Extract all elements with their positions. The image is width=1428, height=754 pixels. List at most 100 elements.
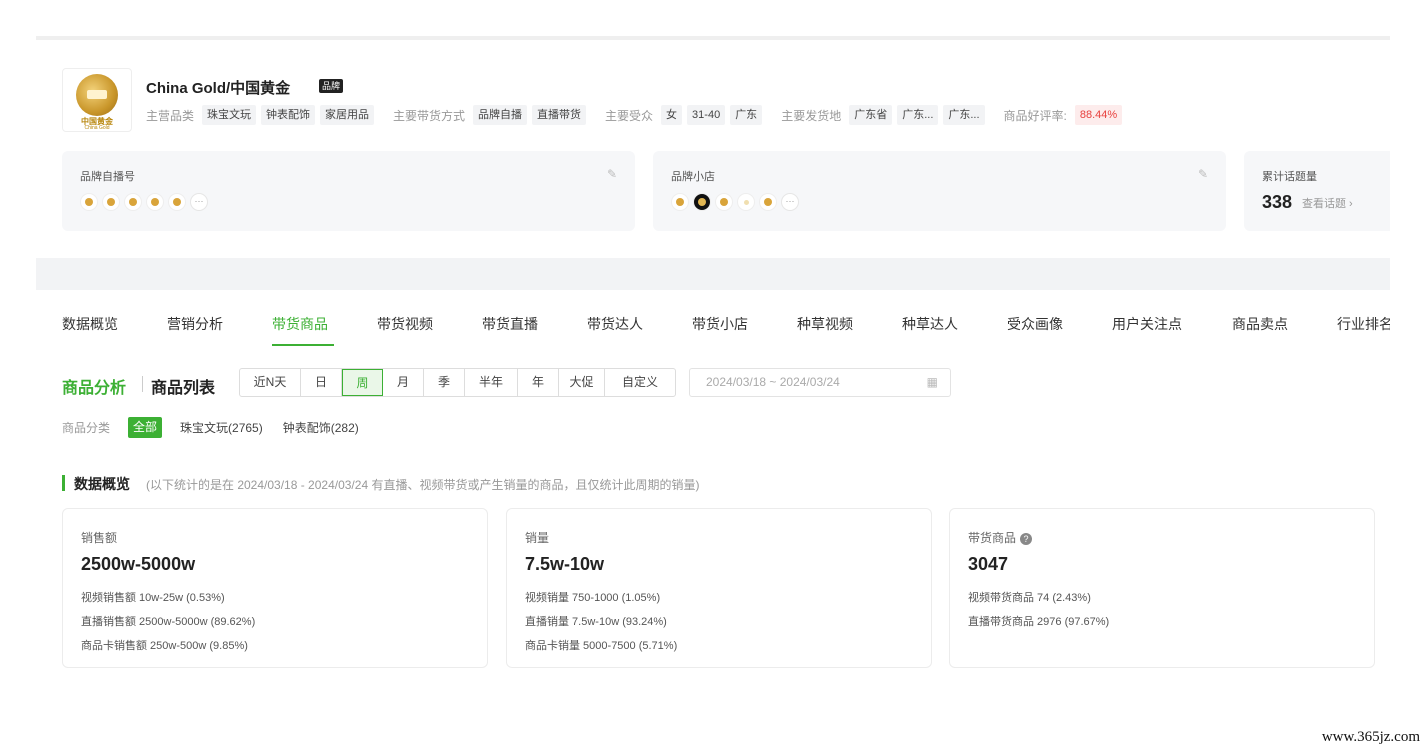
brand-store-card: 品牌小店 ✎ ··· (653, 151, 1226, 231)
tab-influencers[interactable]: 带货达人 (587, 314, 643, 334)
category-tag: 家居用品 (320, 105, 375, 125)
active-tab-indicator (272, 344, 334, 346)
brand-name: China Gold/中国黄金 (146, 80, 291, 97)
tab-seeding-videos[interactable]: 种草视频 (797, 314, 853, 334)
tab-data-overview[interactable]: 数据概览 (62, 314, 118, 334)
category-chip-watches[interactable]: 钟表配饰(282) (283, 419, 359, 436)
tab-marketing-analysis[interactable]: 营销分析 (167, 314, 223, 334)
pencil-icon[interactable]: ✎ (1198, 167, 1208, 181)
stat-value: 3047 (968, 554, 1009, 574)
category-filter-row: 商品分类 全部 珠宝文玩(2765) 钟表配饰(282) (62, 416, 379, 438)
sales-amount-card: 销售额 2500w-5000w 视频销售额 10w-25w (0.53%) 直播… (62, 508, 488, 668)
stat-detail-line: 直播销售额 2500w-5000w (89.62%) (81, 616, 256, 628)
more-accounts-button[interactable]: ··· (190, 193, 208, 211)
overview-note: (以下统计的是在 2024/03/18 - 2024/03/24 有直播、视频带… (146, 478, 700, 492)
brand-store-title: 品牌小店 (671, 171, 715, 183)
stat-label: 销量 (525, 531, 550, 545)
audience-tag: 女 (661, 105, 683, 125)
tab-seeding-influencers[interactable]: 种草达人 (902, 314, 958, 334)
topic-count-value: 338 (1262, 192, 1293, 212)
store-avatar[interactable] (671, 193, 689, 211)
store-avatar[interactable] (693, 193, 711, 211)
period-promotion[interactable]: 大促 (559, 369, 605, 396)
date-range-picker[interactable]: 2024/03/18 ~ 2024/03/24 ▦ (689, 368, 951, 397)
ship-tag[interactable]: 广东... (897, 105, 939, 125)
stat-detail-line: 视频销售额 10w-25w (0.53%) (81, 592, 225, 604)
stat-label: 带货商品? (968, 529, 1033, 546)
store-avatar[interactable] (715, 193, 733, 211)
period-recent-n-days[interactable]: 近N天 (240, 369, 301, 396)
product-count-card: 带货商品? 3047 视频带货商品 74 (2.43%) 直播带货商品 2976… (949, 508, 1375, 668)
stat-value: 2500w-5000w (81, 554, 196, 574)
tab-industry-ranking[interactable]: 行业排名 (1337, 314, 1390, 334)
watermark: www.365jz.com (1321, 729, 1420, 745)
more-stores-button[interactable]: ··· (781, 193, 799, 211)
category-chip-jewelry[interactable]: 珠宝文玩(2765) (180, 419, 263, 436)
period-selector: 近N天 日 周 月 季 半年 年 大促 自定义 (239, 368, 676, 397)
period-year[interactable]: 年 (518, 369, 559, 396)
brand-logo-subtext: China Gold (84, 125, 110, 131)
account-avatar[interactable] (124, 193, 142, 211)
section-divider (142, 376, 143, 392)
brand-logo: 中国黄金 China Gold (62, 68, 132, 132)
audience-label: 主要受众 (605, 108, 654, 123)
main-category-label: 主营品类 (146, 108, 195, 123)
tab-videos[interactable]: 带货视频 (377, 314, 433, 334)
method-tag: 直播带货 (532, 105, 587, 125)
tab-products[interactable]: 带货商品 (272, 314, 328, 334)
period-quarter[interactable]: 季 (424, 369, 465, 396)
method-tag: 品牌自播 (473, 105, 528, 125)
period-custom[interactable]: 自定义 (605, 369, 675, 396)
stat-label: 销售额 (81, 531, 118, 545)
tab-user-focus[interactable]: 用户关注点 (1112, 314, 1182, 334)
question-circle-icon[interactable]: ? (1020, 533, 1033, 545)
period-day[interactable]: 日 (301, 369, 342, 396)
category-tag: 珠宝文玩 (202, 105, 257, 125)
ship-origin-label: 主要发货地 (781, 108, 842, 123)
category-all-chip[interactable]: 全部 (128, 416, 163, 438)
overview-accent-bar (62, 475, 65, 491)
topic-count-card: 累计话题量 338 查看话题 › (1244, 151, 1390, 231)
stat-detail-line: 视频带货商品 74 (2.43%) (968, 592, 1091, 604)
brand-meta-row: 主营品类 珠宝文玩 钟表配饰 家居用品 主要带货方式 品牌自播 直播带货 主要受… (146, 105, 1123, 125)
brand-logo-mark-icon (76, 74, 118, 116)
date-range-text: 2024/03/18 ~ 2024/03/24 (706, 375, 840, 389)
rating-label: 商品好评率: (1003, 108, 1067, 123)
stat-detail-line: 视频销量 750-1000 (1.05%) (525, 592, 661, 604)
topic-count-title: 累计话题量 (1262, 171, 1317, 183)
pencil-icon[interactable]: ✎ (607, 167, 617, 181)
store-avatar[interactable] (737, 193, 755, 211)
tab-audience-profile[interactable]: 受众画像 (1007, 314, 1063, 334)
overview-title: 数据概览 (74, 476, 130, 492)
brand-badge: 品牌 (319, 79, 344, 93)
account-avatar[interactable] (168, 193, 186, 211)
tab-livestreams[interactable]: 带货直播 (482, 314, 538, 334)
calendar-icon: ▦ (926, 375, 938, 389)
self-broadcast-avatars: ··· (80, 193, 208, 211)
self-broadcast-card: 品牌自播号 ✎ ··· (62, 151, 635, 231)
ship-tag: 广东省 (849, 105, 893, 125)
stat-detail-line: 直播带货商品 2976 (97.67%) (968, 616, 1110, 628)
period-week[interactable]: 周 (342, 369, 383, 396)
analysis-tabs: 数据概览 营销分析 带货商品 带货视频 带货直播 带货达人 带货小店 种草视频 … (36, 300, 1390, 348)
account-avatar[interactable] (102, 193, 120, 211)
category-tag: 钟表配饰 (261, 105, 316, 125)
product-list-tab[interactable]: 商品列表 (151, 374, 215, 398)
view-topics-link[interactable]: 查看话题 › (1302, 195, 1353, 211)
period-month[interactable]: 月 (383, 369, 424, 396)
account-avatar[interactable] (80, 193, 98, 211)
period-half-year[interactable]: 半年 (465, 369, 518, 396)
tab-selling-points[interactable]: 商品卖点 (1232, 314, 1288, 334)
ship-tag[interactable]: 广东... (943, 105, 985, 125)
account-avatar[interactable] (146, 193, 164, 211)
audience-tag: 广东 (730, 105, 763, 125)
section-separator (36, 258, 1390, 290)
sales-volume-card: 销量 7.5w-10w 视频销量 750-1000 (1.05%) 直播销量 7… (506, 508, 932, 668)
tab-stores[interactable]: 带货小店 (692, 314, 748, 334)
stat-label-text: 带货商品 (968, 531, 1017, 545)
brand-store-avatars: ··· (671, 193, 799, 211)
store-avatar[interactable] (759, 193, 777, 211)
stat-detail-line: 商品卡销量 5000-7500 (5.71%) (525, 640, 678, 652)
stat-detail-line: 直播销量 7.5w-10w (93.24%) (525, 616, 667, 628)
product-analysis-tab[interactable]: 商品分析 (62, 374, 126, 398)
